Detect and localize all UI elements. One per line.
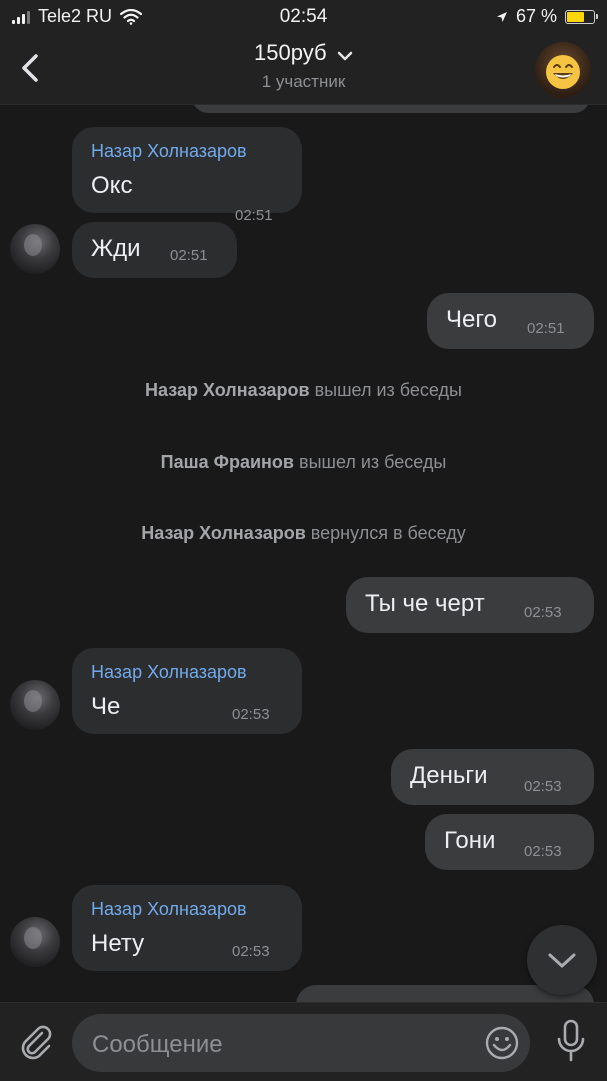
avatar[interactable] [10, 680, 60, 730]
chat-title: 150руб [254, 40, 327, 65]
message-bubble-outgoing[interactable]: Гони 02:53 [425, 814, 594, 870]
message-text: Чего [446, 306, 497, 333]
chat-avatar[interactable] [535, 42, 591, 98]
sender-name[interactable]: Назар Холназаров [91, 141, 247, 162]
service-actor[interactable]: Назар Холназаров [141, 523, 306, 543]
service-action: вышел из беседы [309, 380, 462, 400]
message-time: 02:51 [170, 247, 208, 264]
chat-subtitle: 1 участник [261, 72, 346, 91]
message-text: Деньги [410, 762, 488, 789]
chevron-down-icon [337, 51, 353, 61]
message-input-placeholder: Сообщение [92, 1031, 223, 1058]
sender-name[interactable]: Назар Холназаров [91, 662, 247, 683]
message-text: Че [91, 693, 121, 720]
sender-name[interactable]: Назар Холназаров [91, 899, 247, 920]
message-bubble-outgoing[interactable]: Деньги 02:53 [391, 749, 594, 805]
message-bubble-outgoing[interactable]: Ты че черт 02:53 [346, 577, 594, 633]
message-time: 02:53 [524, 778, 562, 795]
message-text: Ты че черт [365, 590, 485, 617]
service-action: вышел из беседы [294, 452, 447, 472]
avatar[interactable] [10, 224, 60, 274]
service-action: вернулся в беседу [305, 523, 466, 543]
message-bubble-incoming[interactable]: Назар Холназаров Че 02:53 [72, 648, 302, 734]
message-time: 02:53 [232, 943, 270, 960]
message-text: Гони [444, 827, 496, 854]
battery-icon [565, 9, 598, 24]
message-time: 02:53 [524, 843, 562, 860]
message-time: 02:53 [524, 604, 562, 621]
message-bubble-incoming[interactable]: Назар Холназаров Окс 02:51 [72, 127, 302, 224]
smiling-face-icon [546, 55, 580, 89]
message-time: 02:53 [232, 706, 270, 723]
status-right: 67 % [496, 6, 598, 27]
message-time: 02:51 [527, 320, 565, 337]
emoji-icon[interactable] [484, 1025, 520, 1061]
chevron-down-icon [548, 953, 576, 968]
message-text: Нету [91, 930, 145, 957]
chat-title-block[interactable]: 150руб 1 участник [0, 40, 607, 92]
message-text: Окс [91, 172, 133, 199]
message-time: 02:51 [235, 207, 273, 224]
message-bubble-incoming[interactable]: Назар Холназаров Нету 02:53 [72, 885, 302, 971]
service-actor[interactable]: Паша Фраинов [161, 452, 294, 472]
service-message: Паша Фраинов вышел из беседы [0, 452, 607, 473]
chat-area[interactable]: Назар Холназаров Окс 02:51 Жди 02:51 Чег… [0, 105, 607, 1002]
composer-bar: Сообщение [0, 1002, 607, 1081]
message-bubble-outgoing[interactable]: Чего 02:51 [427, 293, 594, 349]
location-arrow-icon [496, 11, 507, 22]
battery-fill [567, 11, 584, 22]
service-message: Назар Холназаров вернулся в беседу [0, 523, 607, 544]
message-input[interactable]: Сообщение [72, 1014, 530, 1072]
paperclip-icon[interactable] [16, 1021, 56, 1061]
service-message: Назар Холназаров вышел из беседы [0, 380, 607, 401]
status-bar: Tele2 RU 02:54 67 % [0, 0, 607, 34]
message-bubble-incoming[interactable]: Жди 02:51 [72, 222, 237, 278]
message-bubble-partial[interactable] [192, 105, 590, 113]
chat-header: 150руб 1 участник [0, 34, 607, 105]
scroll-down-button[interactable] [527, 925, 597, 995]
message-text: Жди [91, 235, 141, 262]
battery-percent: 67 % [515, 6, 557, 26]
avatar[interactable] [10, 917, 60, 967]
microphone-icon[interactable] [555, 1019, 587, 1063]
service-actor[interactable]: Назар Холназаров [145, 380, 310, 400]
